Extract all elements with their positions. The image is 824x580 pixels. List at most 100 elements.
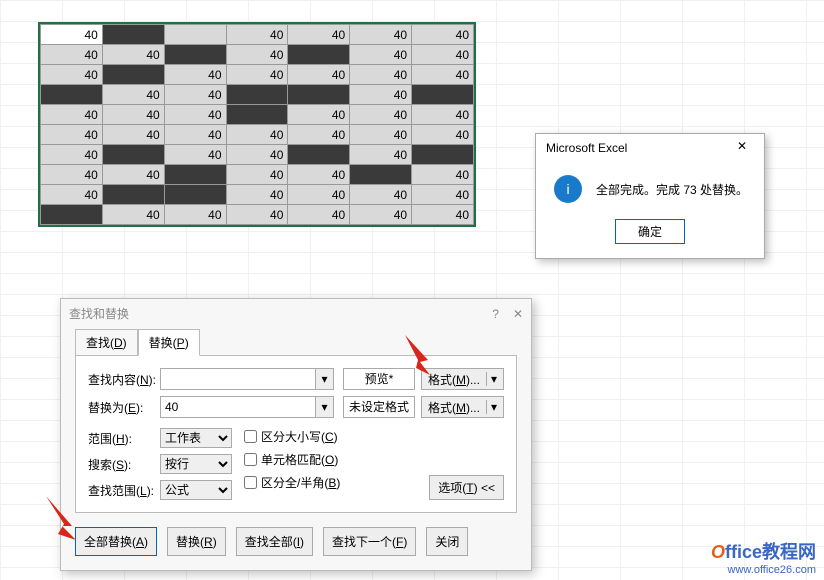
cell[interactable] (41, 205, 103, 225)
cell[interactable]: 40 (164, 65, 226, 85)
cell[interactable]: 40 (41, 65, 103, 85)
cell[interactable]: 40 (164, 85, 226, 105)
cell[interactable]: 40 (226, 125, 288, 145)
cell[interactable] (164, 25, 226, 45)
cell[interactable]: 40 (226, 185, 288, 205)
help-icon[interactable]: ? (492, 307, 499, 321)
cell[interactable]: 40 (226, 165, 288, 185)
cell[interactable]: 40 (288, 25, 350, 45)
within-select[interactable]: 工作表 (160, 428, 232, 448)
cell[interactable]: 40 (41, 45, 103, 65)
tab-replace[interactable]: 替换(P) (138, 329, 200, 356)
cell[interactable]: 40 (288, 185, 350, 205)
cell[interactable] (102, 185, 164, 205)
cell[interactable] (41, 85, 103, 105)
ok-button[interactable]: 确定 (615, 219, 685, 244)
cell[interactable]: 40 (412, 45, 474, 65)
cell[interactable] (412, 85, 474, 105)
cell[interactable] (164, 45, 226, 65)
cell[interactable]: 40 (350, 85, 412, 105)
cell[interactable]: 40 (288, 65, 350, 85)
cell[interactable]: 40 (412, 65, 474, 85)
cell[interactable]: 40 (41, 185, 103, 205)
cell[interactable]: 40 (226, 205, 288, 225)
cell[interactable]: 40 (350, 185, 412, 205)
cell[interactable]: 40 (412, 185, 474, 205)
replace-history-dropdown[interactable]: ▾ (316, 396, 334, 418)
cell[interactable]: 40 (164, 105, 226, 125)
cell[interactable]: 40 (226, 145, 288, 165)
cell[interactable]: 40 (226, 45, 288, 65)
spreadsheet-selection[interactable]: 4040404040404040404040404040404040404040… (38, 22, 476, 227)
cell[interactable] (102, 25, 164, 45)
cell[interactable]: 40 (102, 125, 164, 145)
cell[interactable] (102, 65, 164, 85)
cell[interactable]: 40 (350, 65, 412, 85)
tab-find[interactable]: 查找(D) (75, 329, 138, 356)
cell[interactable]: 40 (412, 205, 474, 225)
lookin-select[interactable]: 公式 (160, 480, 232, 500)
cell[interactable]: 40 (41, 25, 103, 45)
find-next-button[interactable]: 查找下一个(F) (323, 527, 416, 556)
cell[interactable]: 40 (350, 145, 412, 165)
close-button[interactable]: 关闭 (426, 527, 468, 556)
cell[interactable] (164, 165, 226, 185)
cell[interactable]: 40 (350, 125, 412, 145)
find-history-dropdown[interactable]: ▾ (316, 368, 334, 390)
cell[interactable]: 40 (102, 105, 164, 125)
options-toggle-button[interactable]: 选项(T) << (429, 475, 504, 500)
cell[interactable]: 40 (41, 145, 103, 165)
replace-format-button[interactable]: 格式(M)...▾ (421, 396, 504, 418)
chevron-down-icon[interactable]: ▾ (486, 400, 497, 414)
cell[interactable]: 40 (41, 105, 103, 125)
replace-with-input[interactable] (160, 396, 316, 418)
cell[interactable]: 40 (102, 45, 164, 65)
cell[interactable]: 40 (412, 105, 474, 125)
cell[interactable] (226, 85, 288, 105)
cell[interactable] (412, 145, 474, 165)
cell[interactable]: 40 (164, 125, 226, 145)
cell[interactable]: 40 (164, 205, 226, 225)
cell[interactable]: 40 (288, 165, 350, 185)
cell[interactable] (226, 105, 288, 125)
cell[interactable]: 40 (41, 165, 103, 185)
cell[interactable]: 40 (226, 25, 288, 45)
cell[interactable]: 40 (412, 165, 474, 185)
spreadsheet-table[interactable]: 4040404040404040404040404040404040404040… (40, 24, 474, 225)
cell[interactable]: 40 (102, 85, 164, 105)
match-case-input[interactable] (244, 430, 257, 443)
cell[interactable]: 40 (288, 205, 350, 225)
cell[interactable] (350, 165, 412, 185)
cell[interactable]: 40 (288, 125, 350, 145)
cell[interactable]: 40 (226, 65, 288, 85)
cell[interactable]: 40 (350, 45, 412, 65)
cell[interactable]: 40 (164, 145, 226, 165)
cell[interactable]: 40 (41, 125, 103, 145)
cell[interactable]: 40 (350, 205, 412, 225)
cell[interactable]: 40 (350, 105, 412, 125)
cell[interactable] (102, 145, 164, 165)
cell[interactable]: 40 (350, 25, 412, 45)
cell[interactable]: 40 (412, 125, 474, 145)
match-entire-cell-input[interactable] (244, 453, 257, 466)
match-byte-input[interactable] (244, 476, 257, 489)
cell[interactable]: 40 (102, 205, 164, 225)
match-case-checkbox[interactable]: 区分大小写(C) (244, 428, 340, 445)
match-entire-cell-checkbox[interactable]: 单元格匹配(O) (244, 451, 340, 468)
find-all-button[interactable]: 查找全部(I) (236, 527, 313, 556)
close-icon[interactable]: ✕ (513, 307, 523, 321)
cell[interactable]: 40 (288, 105, 350, 125)
cell[interactable]: 40 (102, 165, 164, 185)
close-icon[interactable]: ✕ (728, 139, 756, 157)
cell[interactable]: 40 (412, 25, 474, 45)
replace-button[interactable]: 替换(R) (167, 527, 226, 556)
find-what-input[interactable] (160, 368, 316, 390)
cell[interactable] (288, 145, 350, 165)
cell[interactable] (288, 45, 350, 65)
cell[interactable] (288, 85, 350, 105)
chevron-down-icon[interactable]: ▾ (486, 372, 497, 386)
replace-format-preview: 未设定格式 (343, 396, 415, 418)
search-order-select[interactable]: 按行 (160, 454, 232, 474)
cell[interactable] (164, 185, 226, 205)
match-byte-checkbox[interactable]: 区分全/半角(B) (244, 474, 340, 491)
